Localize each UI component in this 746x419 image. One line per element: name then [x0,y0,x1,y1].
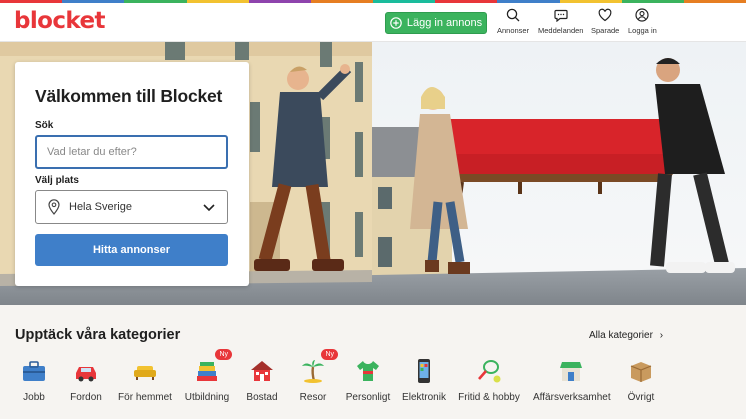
racket-icon [478,360,501,383]
plus-circle-icon [390,17,402,29]
user-icon [635,8,649,22]
heart-icon [598,8,612,22]
nav-label: Annonser [497,26,530,35]
phone-icon [418,359,430,383]
category-label: Utbildning [184,392,230,403]
search-card: Välkommen till Blocket Sök Vad letar du … [15,62,249,286]
place-select[interactable]: Hela Sverige [35,190,228,224]
all-categories-link[interactable]: Alla kategorier › [589,330,663,341]
find-ads-button[interactable]: Hitta annonser [35,234,228,266]
post-ad-label: Lägg in annons [406,17,483,29]
nav-label: Sparade [591,26,620,35]
house-icon [251,361,273,381]
search-label: Sök [35,120,54,131]
shirt-icon [357,361,379,381]
place-label: Välj plats [35,175,79,186]
category-label: För hemmet [118,392,172,403]
welcome-title: Välkommen till Blocket [35,86,223,106]
nav-meddelanden[interactable]: Meddelanden [538,8,583,35]
car-icon [76,367,96,382]
site-header: blocket Lägg in annons Annonser Meddelan… [0,3,746,42]
blocket-logo[interactable]: blocket [14,8,105,34]
place-value: Hela Sverige [69,201,132,213]
category-label: Elektronik [402,392,446,403]
nav-label: Logga in [628,26,657,35]
category-label: Bostad [246,392,278,403]
shop-icon [560,362,582,381]
search-icon [506,8,520,22]
category-label: Fritid & hobby [458,392,520,403]
category-label: Övrigt [627,392,655,403]
category-label: Fordon [70,392,102,403]
all-categories-label: Alla kategorier [589,330,653,341]
category-affarsverksamhet[interactable]: Affärsverksamhet [533,358,611,403]
category-fritid-hobby[interactable]: Fritid & hobby [451,358,527,403]
location-pin-icon [48,199,60,215]
palm-tree-icon [302,360,324,383]
search-input[interactable]: Vad letar du efter? [35,135,228,169]
category-label: Resor [299,392,327,403]
post-ad-button[interactable]: Lägg in annons [385,12,487,34]
books-icon [197,362,217,381]
chevron-right-icon: › [659,330,664,341]
category-label: Affärsverksamhet [533,392,611,403]
categories-title: Upptäck våra kategorier [15,327,181,343]
chat-icon [554,9,568,22]
briefcase-icon [23,361,45,381]
nav-sparade[interactable]: Sparade [591,8,619,35]
box-icon [630,362,652,382]
nav-logga-in[interactable]: Logga in [628,8,657,35]
category-label: Jobb [23,392,45,403]
nav-label: Meddelanden [538,26,584,35]
nav-annonser[interactable]: Annonser [497,8,529,35]
category-ovrigt[interactable]: Övrigt [603,358,679,403]
sofa-icon [134,366,156,380]
category-label: Personligt [345,392,391,403]
chevron-down-icon [203,204,215,212]
